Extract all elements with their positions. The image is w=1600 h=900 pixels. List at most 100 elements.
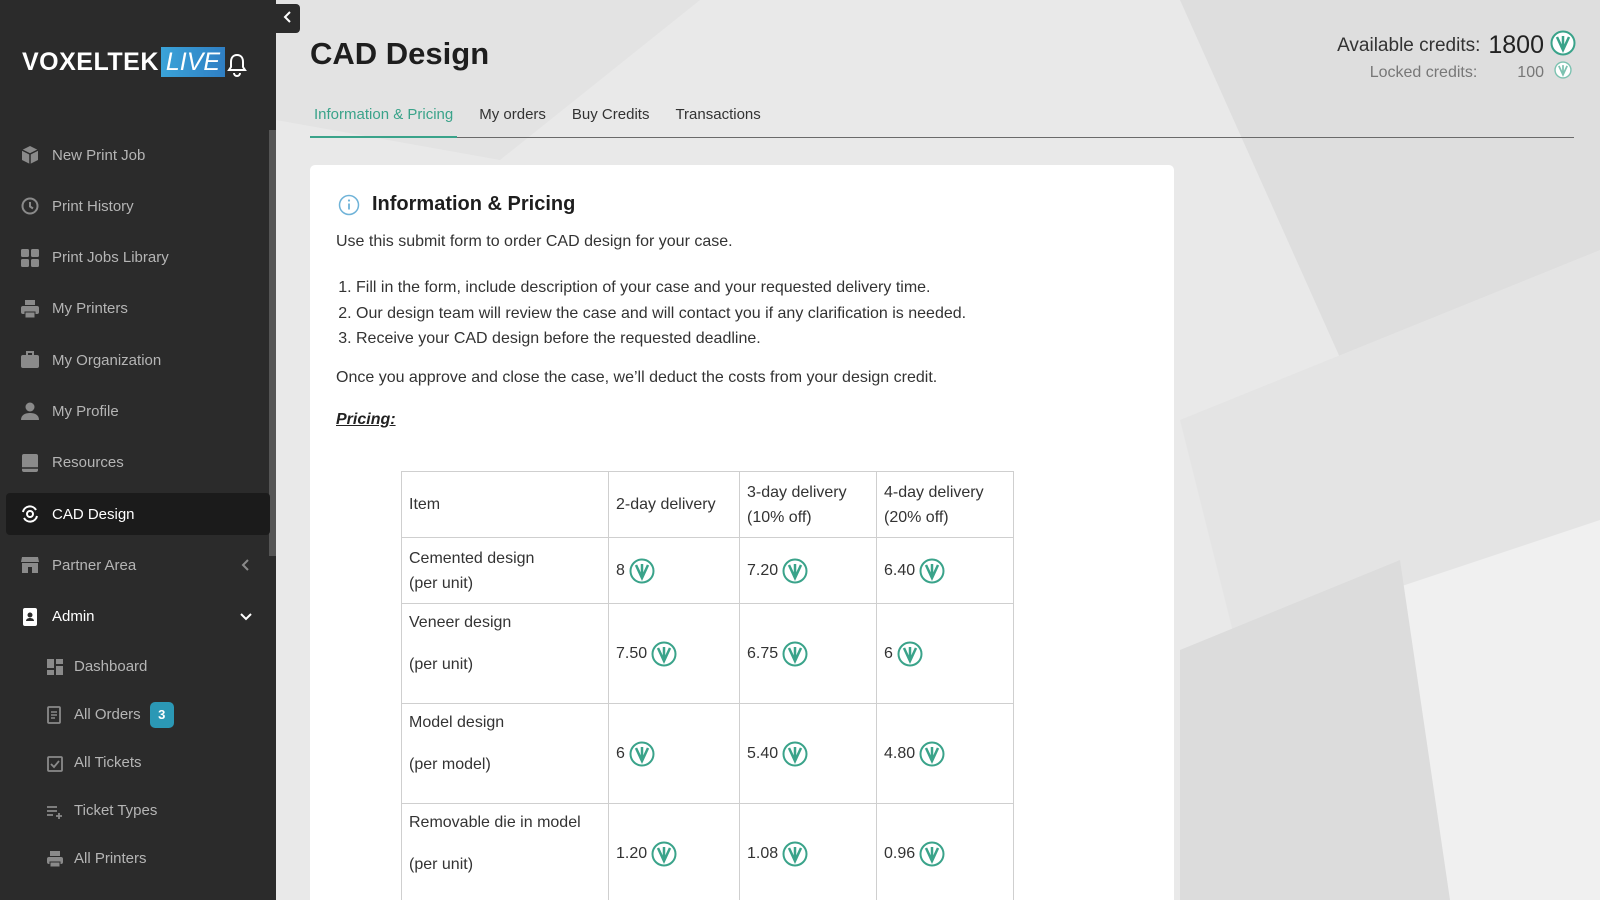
- sidebar-collapse-button[interactable]: [276, 4, 300, 33]
- printer-icon: [46, 850, 64, 868]
- steps-list: Fill in the form, include description of…: [356, 275, 966, 352]
- price-value: 5.40: [747, 745, 779, 762]
- bell-icon[interactable]: [225, 52, 249, 78]
- credits-panel: Available credits: 1800 Locked credits: …: [1286, 30, 1576, 84]
- credit-coin-icon: [629, 558, 655, 583]
- ticket-icon: [46, 754, 64, 772]
- tab-information-pricing[interactable]: Information & Pricing: [310, 98, 458, 138]
- user-icon: [20, 401, 40, 421]
- item-unit: (per unit): [409, 574, 474, 592]
- table-header-cell: 2-day delivery: [608, 471, 740, 538]
- sidebar: VOXELTEK LIVE New Print Job Print Histor…: [0, 0, 276, 900]
- item-name: Veneer design: [409, 614, 512, 631]
- sidebar-item-label: Admin: [52, 608, 95, 626]
- item-cell: Veneer design (per unit): [401, 603, 609, 704]
- price-value: 0.96: [884, 845, 916, 862]
- brand-logo[interactable]: VOXELTEK LIVE: [22, 47, 226, 77]
- price-value: 7.50: [616, 645, 648, 662]
- table-row: Model design (per model) 6 5.40 4.80: [401, 703, 1014, 804]
- price-cell: 7.20: [739, 537, 877, 604]
- sidebar-item-cad-design[interactable]: CAD Design: [6, 493, 270, 536]
- sidebar-subitem-label: All Orders: [74, 706, 141, 724]
- sidebar-item-label: CAD Design: [52, 505, 135, 523]
- sidebar-subitem-label: All Tickets: [74, 754, 142, 772]
- outro-text: Once you approve and close the case, we’…: [336, 369, 938, 386]
- list-icon: [46, 802, 64, 820]
- sidebar-subitem-label: Dashboard: [74, 658, 148, 676]
- orders-count-badge: 3: [149, 701, 174, 728]
- price-value: 6.75: [747, 645, 779, 662]
- info-icon: [338, 194, 360, 216]
- store-icon: [20, 555, 40, 575]
- sidebar-subitem-label: Ticket Types: [74, 802, 158, 820]
- chevron-down-icon: [240, 611, 252, 623]
- sidebar-item-my-printers[interactable]: My Printers: [6, 288, 270, 330]
- tab-my-orders[interactable]: My orders: [475, 98, 550, 138]
- sidebar-item-partner-area[interactable]: Partner Area: [6, 544, 270, 586]
- history-icon: [20, 196, 40, 216]
- table-row: Removable die in model (per unit) 1.20 1…: [401, 803, 1014, 900]
- sidebar-subitem-all-printers[interactable]: All Printers: [6, 839, 270, 879]
- brand-name: VOXELTEK: [22, 47, 159, 76]
- sidebar-item-my-profile[interactable]: My Profile: [6, 390, 270, 432]
- credit-coin-icon: [1550, 30, 1576, 61]
- price-cell: 0.96: [876, 803, 1014, 900]
- sidebar-item-new-print-job[interactable]: New Print Job: [6, 134, 270, 176]
- credit-coin-icon: [782, 641, 808, 666]
- header-line: 3-day delivery: [747, 483, 847, 501]
- price-cell: 6.40: [876, 537, 1014, 604]
- step-item: Our design team will review the case and…: [356, 301, 966, 327]
- sidebar-item-my-organization[interactable]: My Organization: [6, 339, 270, 381]
- price-value: 6.40: [884, 562, 916, 579]
- sidebar-item-print-jobs-library[interactable]: Print Jobs Library: [6, 237, 270, 279]
- credit-coin-icon: [782, 558, 808, 583]
- sidebar-subitem-all-tickets[interactable]: All Tickets: [6, 743, 270, 783]
- briefcase-icon: [20, 350, 40, 370]
- header-line: 4-day delivery: [884, 483, 984, 501]
- table-header-cell: Item: [401, 471, 609, 538]
- sidebar-item-label: New Print Job: [52, 146, 146, 164]
- table-row: Cemented design (per unit) 8 7.20 6.40: [401, 537, 1014, 604]
- credit-coin-icon: [651, 841, 677, 866]
- book-icon: [20, 453, 40, 473]
- sidebar-item-label: My Organization: [52, 351, 162, 369]
- credit-coin-icon: [782, 741, 808, 766]
- sidebar-item-resources[interactable]: Resources: [6, 442, 270, 484]
- step-item: Receive your CAD design before the reque…: [356, 326, 966, 352]
- header-line: (20% off): [884, 508, 949, 526]
- sidebar-item-label: Resources: [52, 454, 124, 472]
- sidebar-item-label: My Profile: [52, 402, 119, 420]
- sidebar-scrollbar[interactable]: [269, 130, 276, 556]
- chevron-left-icon: [240, 559, 252, 572]
- item-unit: (per unit): [409, 656, 474, 673]
- price-cell: 4.80: [876, 703, 1014, 804]
- sidebar-subitem-label: All Printers: [74, 850, 147, 868]
- step-item: Fill in the form, include description of…: [356, 275, 966, 301]
- sidebar-item-label: Print Jobs Library: [52, 249, 169, 267]
- sidebar-subitem-dashboard[interactable]: Dashboard: [6, 647, 270, 687]
- credit-coin-icon: [629, 741, 655, 766]
- cad-icon: [20, 504, 40, 524]
- pricing-table: Item 2-day delivery 3-day delivery (10% …: [401, 471, 1014, 900]
- credit-coin-icon: [919, 841, 945, 866]
- chevron-left-icon: [283, 10, 293, 28]
- locked-credits: Locked credits: 100: [1286, 61, 1576, 84]
- tab-transactions[interactable]: Transactions: [671, 98, 764, 138]
- price-cell: 6.75: [739, 603, 877, 704]
- intro-text: Use this submit form to order CAD design…: [336, 233, 733, 250]
- id-card-icon: [20, 607, 40, 627]
- item-name: Cemented design: [409, 549, 535, 567]
- table-header-cell: 3-day delivery (10% off): [739, 471, 877, 538]
- price-cell: 5.40: [739, 703, 877, 804]
- sidebar-subitem-all-orders[interactable]: All Orders 3: [6, 695, 270, 735]
- sidebar-item-admin[interactable]: Admin: [6, 596, 270, 638]
- credit-coin-icon: [651, 641, 677, 666]
- sidebar-subitem-ticket-types[interactable]: Ticket Types: [6, 791, 270, 831]
- sidebar-item-label: My Printers: [52, 300, 128, 318]
- price-cell: 7.50: [608, 603, 740, 704]
- sidebar-item-print-history[interactable]: Print History: [6, 185, 270, 227]
- tab-buy-credits[interactable]: Buy Credits: [568, 98, 654, 138]
- price-cell: 8: [608, 537, 740, 604]
- sidebar-item-label: Print History: [52, 197, 134, 215]
- card-title: Information & Pricing: [338, 193, 575, 216]
